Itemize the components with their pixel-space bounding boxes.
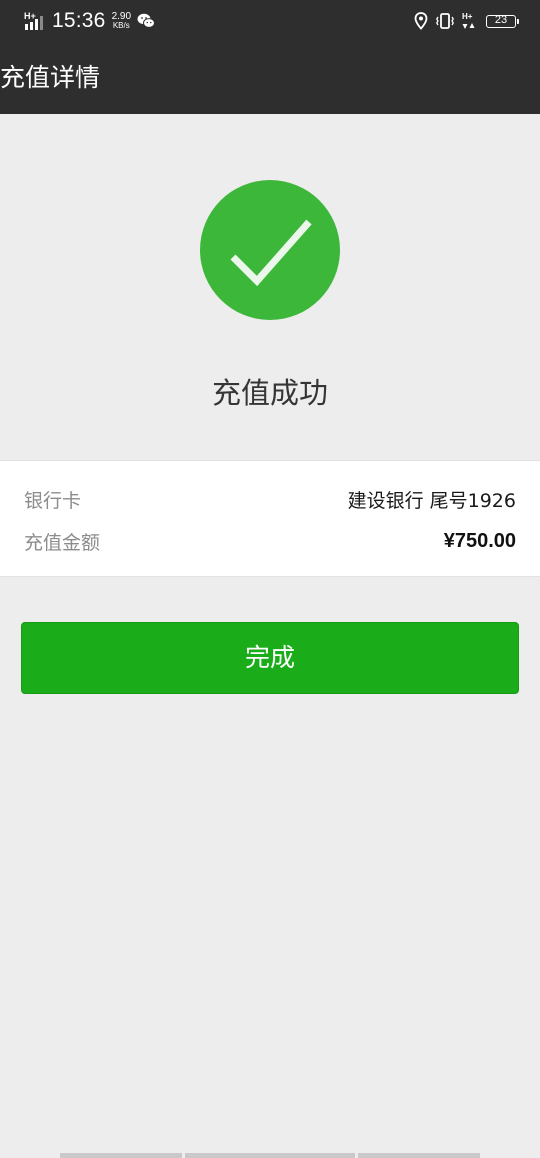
status-left: H+ 15:36 2.90 KB/s [24,0,156,42]
detail-row-bank-card: 银行卡 建设银行 尾号1926 [24,479,516,519]
network-speed: 2.90 KB/s [111,11,132,31]
status-bar: H+ 15:36 2.90 KB/s H+ 23 [0,0,540,42]
gesture-nav-bar[interactable] [60,1153,480,1158]
network-type-right: H+ [462,12,473,21]
data-arrows-icon: H+ [462,11,478,31]
wechat-icon [137,13,156,29]
result-section: 充值成功 [0,114,540,460]
network-speed-value: 2.90 [111,11,132,22]
signal-icon: H+ [24,10,46,32]
nav-segment-center[interactable] [185,1153,355,1158]
network-speed-unit: KB/s [112,21,130,30]
details-card: 银行卡 建设银行 尾号1926 充值金额 ¥750.00 [0,460,540,577]
bank-card-label: 银行卡 [24,489,82,512]
nav-segment-right[interactable] [358,1153,480,1158]
done-button[interactable]: 完成 [21,622,519,694]
bank-card-value: 建设银行 尾号1926 [347,489,516,512]
status-time: 15:36 [52,9,106,32]
amount-label: 充值金额 [24,531,101,554]
success-message: 充值成功 [211,376,328,410]
checkmark-icon [230,219,312,287]
network-type-left: H+ [24,11,36,21]
amount-value: ¥750.00 [443,529,516,552]
status-right: H+ 23 [414,0,519,42]
detail-row-amount: 充值金额 ¥750.00 [24,521,516,561]
success-circle [200,180,340,320]
battery-level: 23 [494,13,508,26]
battery-icon: 23 [486,13,519,28]
vibrate-icon [436,12,454,30]
page-title: 充值详情 [0,63,101,92]
nav-segment-left[interactable] [60,1153,182,1158]
title-bar: 充值详情 [0,42,540,114]
location-icon [414,12,428,30]
